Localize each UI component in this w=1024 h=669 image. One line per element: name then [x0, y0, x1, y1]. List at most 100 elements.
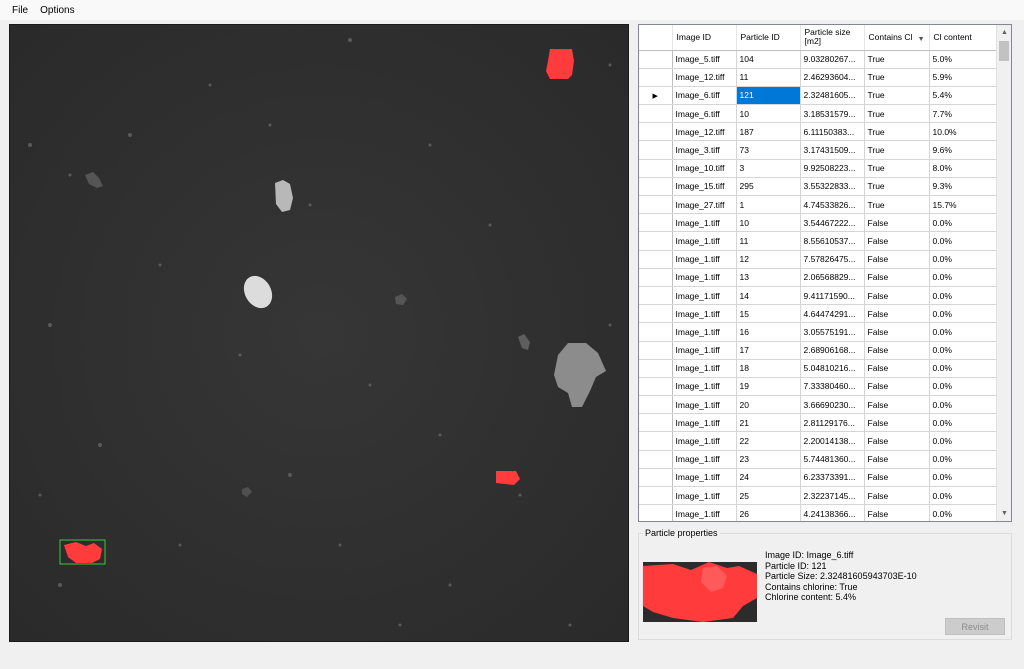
cell-cl-content[interactable]: 15.7%	[929, 195, 998, 215]
row-header[interactable]	[639, 322, 673, 342]
cell-cl-content[interactable]: 0.0%	[929, 322, 998, 342]
column-header-particle-size[interactable]: Particle size [m2]	[800, 25, 865, 51]
cell-contains-cl[interactable]: False	[864, 504, 930, 521]
cell-particle-size[interactable]: 5.04810216...	[800, 359, 865, 378]
grid-vertical-scrollbar[interactable]: ▲ ▼	[996, 25, 1011, 521]
row-header[interactable]	[639, 450, 673, 469]
table-row[interactable]: Image_1.tiff 10 3.54467222... False 0.0%	[639, 213, 998, 233]
cell-contains-cl[interactable]: False	[864, 341, 930, 360]
cell-image-id[interactable]: Image_1.tiff	[672, 486, 737, 506]
cell-contains-cl[interactable]: False	[864, 431, 930, 451]
cell-particle-size[interactable]: 4.24138366...	[800, 504, 865, 521]
cell-particle-size[interactable]: 7.57826475...	[800, 250, 865, 269]
cell-image-id[interactable]: Image_1.tiff	[672, 322, 737, 342]
cell-contains-cl[interactable]: False	[864, 268, 930, 287]
cell-contains-cl[interactable]: True	[864, 104, 930, 124]
cell-particle-size[interactable]: 6.23373391...	[800, 468, 865, 488]
cell-cl-content[interactable]: 0.0%	[929, 341, 998, 360]
cell-particle-id[interactable]: 3	[736, 159, 801, 178]
table-row[interactable]: Image_1.tiff 21 2.81129176... False 0.0%	[639, 413, 998, 433]
cell-particle-size[interactable]: 3.17431509...	[800, 140, 865, 160]
row-header[interactable]	[639, 122, 673, 142]
row-header[interactable]	[639, 104, 673, 124]
revisit-button[interactable]: Revisit	[945, 618, 1005, 635]
cell-particle-id[interactable]: 23	[736, 450, 801, 469]
cell-particle-id[interactable]: 13	[736, 268, 801, 287]
cell-particle-id[interactable]: 19	[736, 377, 801, 397]
cell-cl-content[interactable]: 0.0%	[929, 359, 998, 378]
cell-particle-size[interactable]: 9.92508223...	[800, 159, 865, 178]
row-header[interactable]	[639, 341, 673, 360]
cell-cl-content[interactable]: 9.6%	[929, 140, 998, 160]
cell-particle-id[interactable]: 121	[736, 86, 801, 106]
cell-particle-size[interactable]: 3.55322833...	[800, 177, 865, 197]
cell-cl-content[interactable]: 0.0%	[929, 268, 998, 287]
row-header[interactable]	[639, 413, 673, 433]
cell-cl-content[interactable]: 0.0%	[929, 213, 998, 233]
cell-cl-content[interactable]: 0.0%	[929, 286, 998, 306]
scroll-down-icon[interactable]: ▼	[997, 506, 1011, 521]
row-header[interactable]	[639, 468, 673, 488]
table-row[interactable]: Image_1.tiff 13 2.06568829... False 0.0%	[639, 268, 998, 287]
cell-image-id[interactable]: Image_6.tiff	[672, 86, 737, 106]
table-row[interactable]: Image_1.tiff 25 2.32237145... False 0.0%	[639, 486, 998, 506]
cell-contains-cl[interactable]: False	[864, 359, 930, 378]
cell-cl-content[interactable]: 0.0%	[929, 450, 998, 469]
cell-particle-id[interactable]: 15	[736, 304, 801, 324]
table-row[interactable]: Image_1.tiff 26 4.24138366... False 0.0%	[639, 504, 998, 521]
cell-image-id[interactable]: Image_5.tiff	[672, 50, 737, 69]
table-row[interactable]: Image_1.tiff 18 5.04810216... False 0.0%	[639, 359, 998, 378]
cell-contains-cl[interactable]: False	[864, 322, 930, 342]
cell-particle-size[interactable]: 5.74481360...	[800, 450, 865, 469]
cell-particle-id[interactable]: 295	[736, 177, 801, 197]
cell-particle-id[interactable]: 20	[736, 395, 801, 415]
cell-cl-content[interactable]: 0.0%	[929, 250, 998, 269]
cell-particle-size[interactable]: 3.18531579...	[800, 104, 865, 124]
cell-contains-cl[interactable]: False	[864, 286, 930, 306]
cell-cl-content[interactable]: 5.9%	[929, 68, 998, 87]
cell-particle-size[interactable]: 9.03280267...	[800, 50, 865, 69]
cell-image-id[interactable]: Image_1.tiff	[672, 359, 737, 378]
table-row[interactable]: Image_1.tiff 23 5.74481360... False 0.0%	[639, 450, 998, 469]
row-header[interactable]	[639, 177, 673, 197]
row-header[interactable]	[639, 431, 673, 451]
table-row[interactable]: Image_12.tiff 11 2.46293604... True 5.9%	[639, 68, 998, 87]
cell-particle-id[interactable]: 25	[736, 486, 801, 506]
table-row[interactable]: ▶ Image_6.tiff 121 2.32481605... True 5.4%	[639, 86, 998, 106]
table-row[interactable]: Image_1.tiff 19 7.33380460... False 0.0%	[639, 377, 998, 397]
menu-options[interactable]: Options	[34, 5, 80, 16]
cell-cl-content[interactable]: 0.0%	[929, 231, 998, 251]
menu-file[interactable]: File	[6, 5, 34, 16]
table-row[interactable]: Image_1.tiff 24 6.23373391... False 0.0%	[639, 468, 998, 488]
cell-particle-size[interactable]: 2.68906168...	[800, 341, 865, 360]
sem-image-viewer[interactable]	[9, 24, 629, 642]
cell-particle-size[interactable]: 2.32481605...	[800, 86, 865, 106]
cell-contains-cl[interactable]: True	[864, 195, 930, 215]
table-row[interactable]: Image_15.tiff 295 3.55322833... True 9.3%	[639, 177, 998, 197]
cell-particle-id[interactable]: 187	[736, 122, 801, 142]
cell-cl-content[interactable]: 0.0%	[929, 486, 998, 506]
cell-contains-cl[interactable]: True	[864, 68, 930, 87]
column-header-image-id[interactable]: Image ID	[672, 25, 737, 51]
row-header[interactable]	[639, 486, 673, 506]
cell-image-id[interactable]: Image_27.tiff	[672, 195, 737, 215]
cell-cl-content[interactable]: 7.7%	[929, 104, 998, 124]
scroll-thumb[interactable]	[999, 41, 1009, 61]
cell-cl-content[interactable]: 5.4%	[929, 86, 998, 106]
column-header-particle-id[interactable]: Particle ID	[736, 25, 801, 51]
row-header[interactable]	[639, 304, 673, 324]
cell-image-id[interactable]: Image_1.tiff	[672, 413, 737, 433]
cell-contains-cl[interactable]: False	[864, 231, 930, 251]
cell-contains-cl[interactable]: False	[864, 486, 930, 506]
cell-particle-id[interactable]: 22	[736, 431, 801, 451]
column-header-contains-cl[interactable]: Contains Cl ▼	[864, 25, 930, 51]
cell-cl-content[interactable]: 0.0%	[929, 413, 998, 433]
row-header[interactable]	[639, 504, 673, 521]
cell-particle-id[interactable]: 14	[736, 286, 801, 306]
cell-image-id[interactable]: Image_1.tiff	[672, 395, 737, 415]
row-header[interactable]	[639, 50, 673, 69]
row-header[interactable]	[639, 195, 673, 215]
row-header[interactable]	[639, 231, 673, 251]
cell-cl-content[interactable]: 0.0%	[929, 395, 998, 415]
cell-cl-content[interactable]: 0.0%	[929, 468, 998, 488]
